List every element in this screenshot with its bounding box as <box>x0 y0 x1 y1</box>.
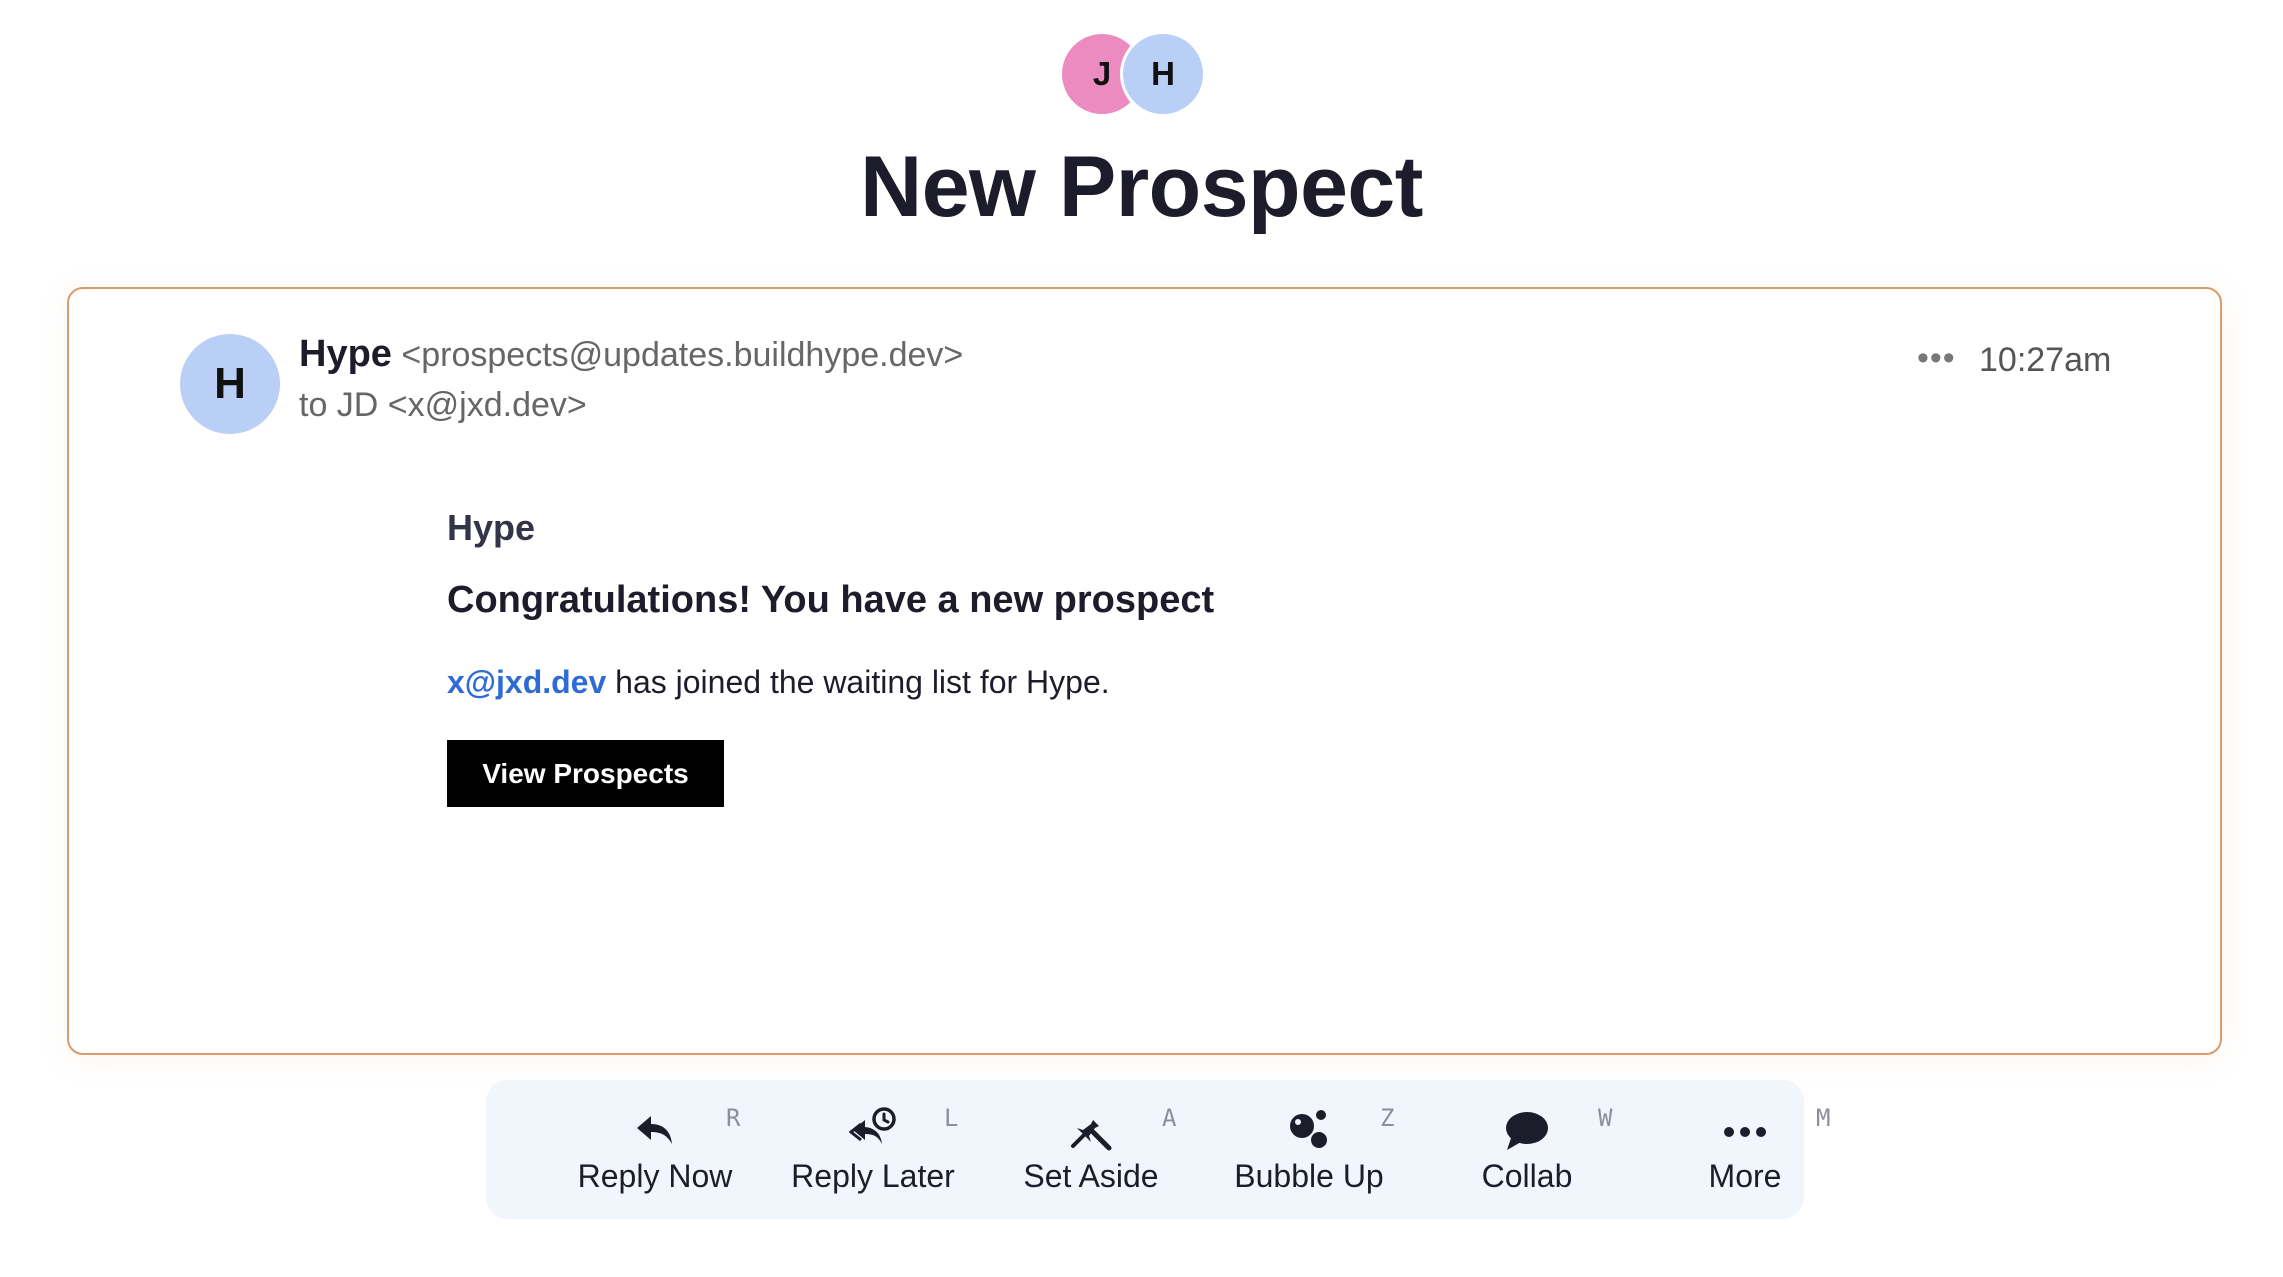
collab-button[interactable]: W Collab <box>1418 1080 1636 1219</box>
message-time: 10:27am <box>1979 341 2112 379</box>
shortcut-key: L <box>944 1104 959 1132</box>
sender-email: <prospects@updates.buildhype.dev> <box>401 336 964 374</box>
set-aside-label: Set Aside <box>1023 1158 1159 1194</box>
collab-label: Collab <box>1481 1158 1573 1194</box>
view-prospects-button[interactable]: View Prospects <box>447 740 724 807</box>
reply-later-button[interactable]: L Reply Later <box>764 1080 982 1219</box>
email-heading: Congratulations! You have a new prospect <box>447 579 1215 621</box>
bubble-up-button[interactable]: Z Bubble Up <box>1200 1080 1418 1219</box>
shortcut-key: A <box>1162 1104 1177 1132</box>
bubble-up-label: Bubble Up <box>1234 1158 1384 1194</box>
participant-avatar-h[interactable]: H <box>1120 31 1206 117</box>
recipient-line: to JD <x@jxd.dev> <box>299 386 587 424</box>
from-line: Hype <prospects@updates.buildhype.dev> <box>299 333 963 376</box>
participants: J H <box>1062 31 1206 118</box>
email-brand: Hype <box>447 507 536 548</box>
prospect-email-link[interactable]: x@jxd.dev <box>447 664 606 700</box>
email-text: x@jxd.dev has joined the waiting list fo… <box>447 664 1110 701</box>
page-title: New Prospect <box>860 139 1423 235</box>
shortcut-key: W <box>1598 1104 1613 1132</box>
shortcut-key: R <box>726 1104 741 1132</box>
more-label: More <box>1708 1158 1782 1194</box>
message-options-icon[interactable]: ••• <box>1917 339 1956 378</box>
more-button[interactable]: M More <box>1636 1080 1854 1219</box>
shortcut-key: Z <box>1380 1104 1395 1132</box>
reply-later-label: Reply Later <box>791 1158 955 1194</box>
shortcut-key: M <box>1816 1104 1831 1132</box>
sender-name[interactable]: Hype <box>299 333 392 375</box>
action-toolbar: R Reply Now L Reply Later A Set Aside Z … <box>486 1080 1830 1219</box>
reply-now-button[interactable]: R Reply Now <box>546 1080 764 1219</box>
set-aside-button[interactable]: A Set Aside <box>982 1080 1200 1219</box>
reply-now-label: Reply Now <box>577 1158 733 1194</box>
sender-avatar[interactable]: H <box>180 334 280 434</box>
email-text-rest: has joined the waiting list for Hype. <box>606 664 1110 700</box>
message-card: H Hype <prospects@updates.buildhype.dev>… <box>67 287 2222 1055</box>
